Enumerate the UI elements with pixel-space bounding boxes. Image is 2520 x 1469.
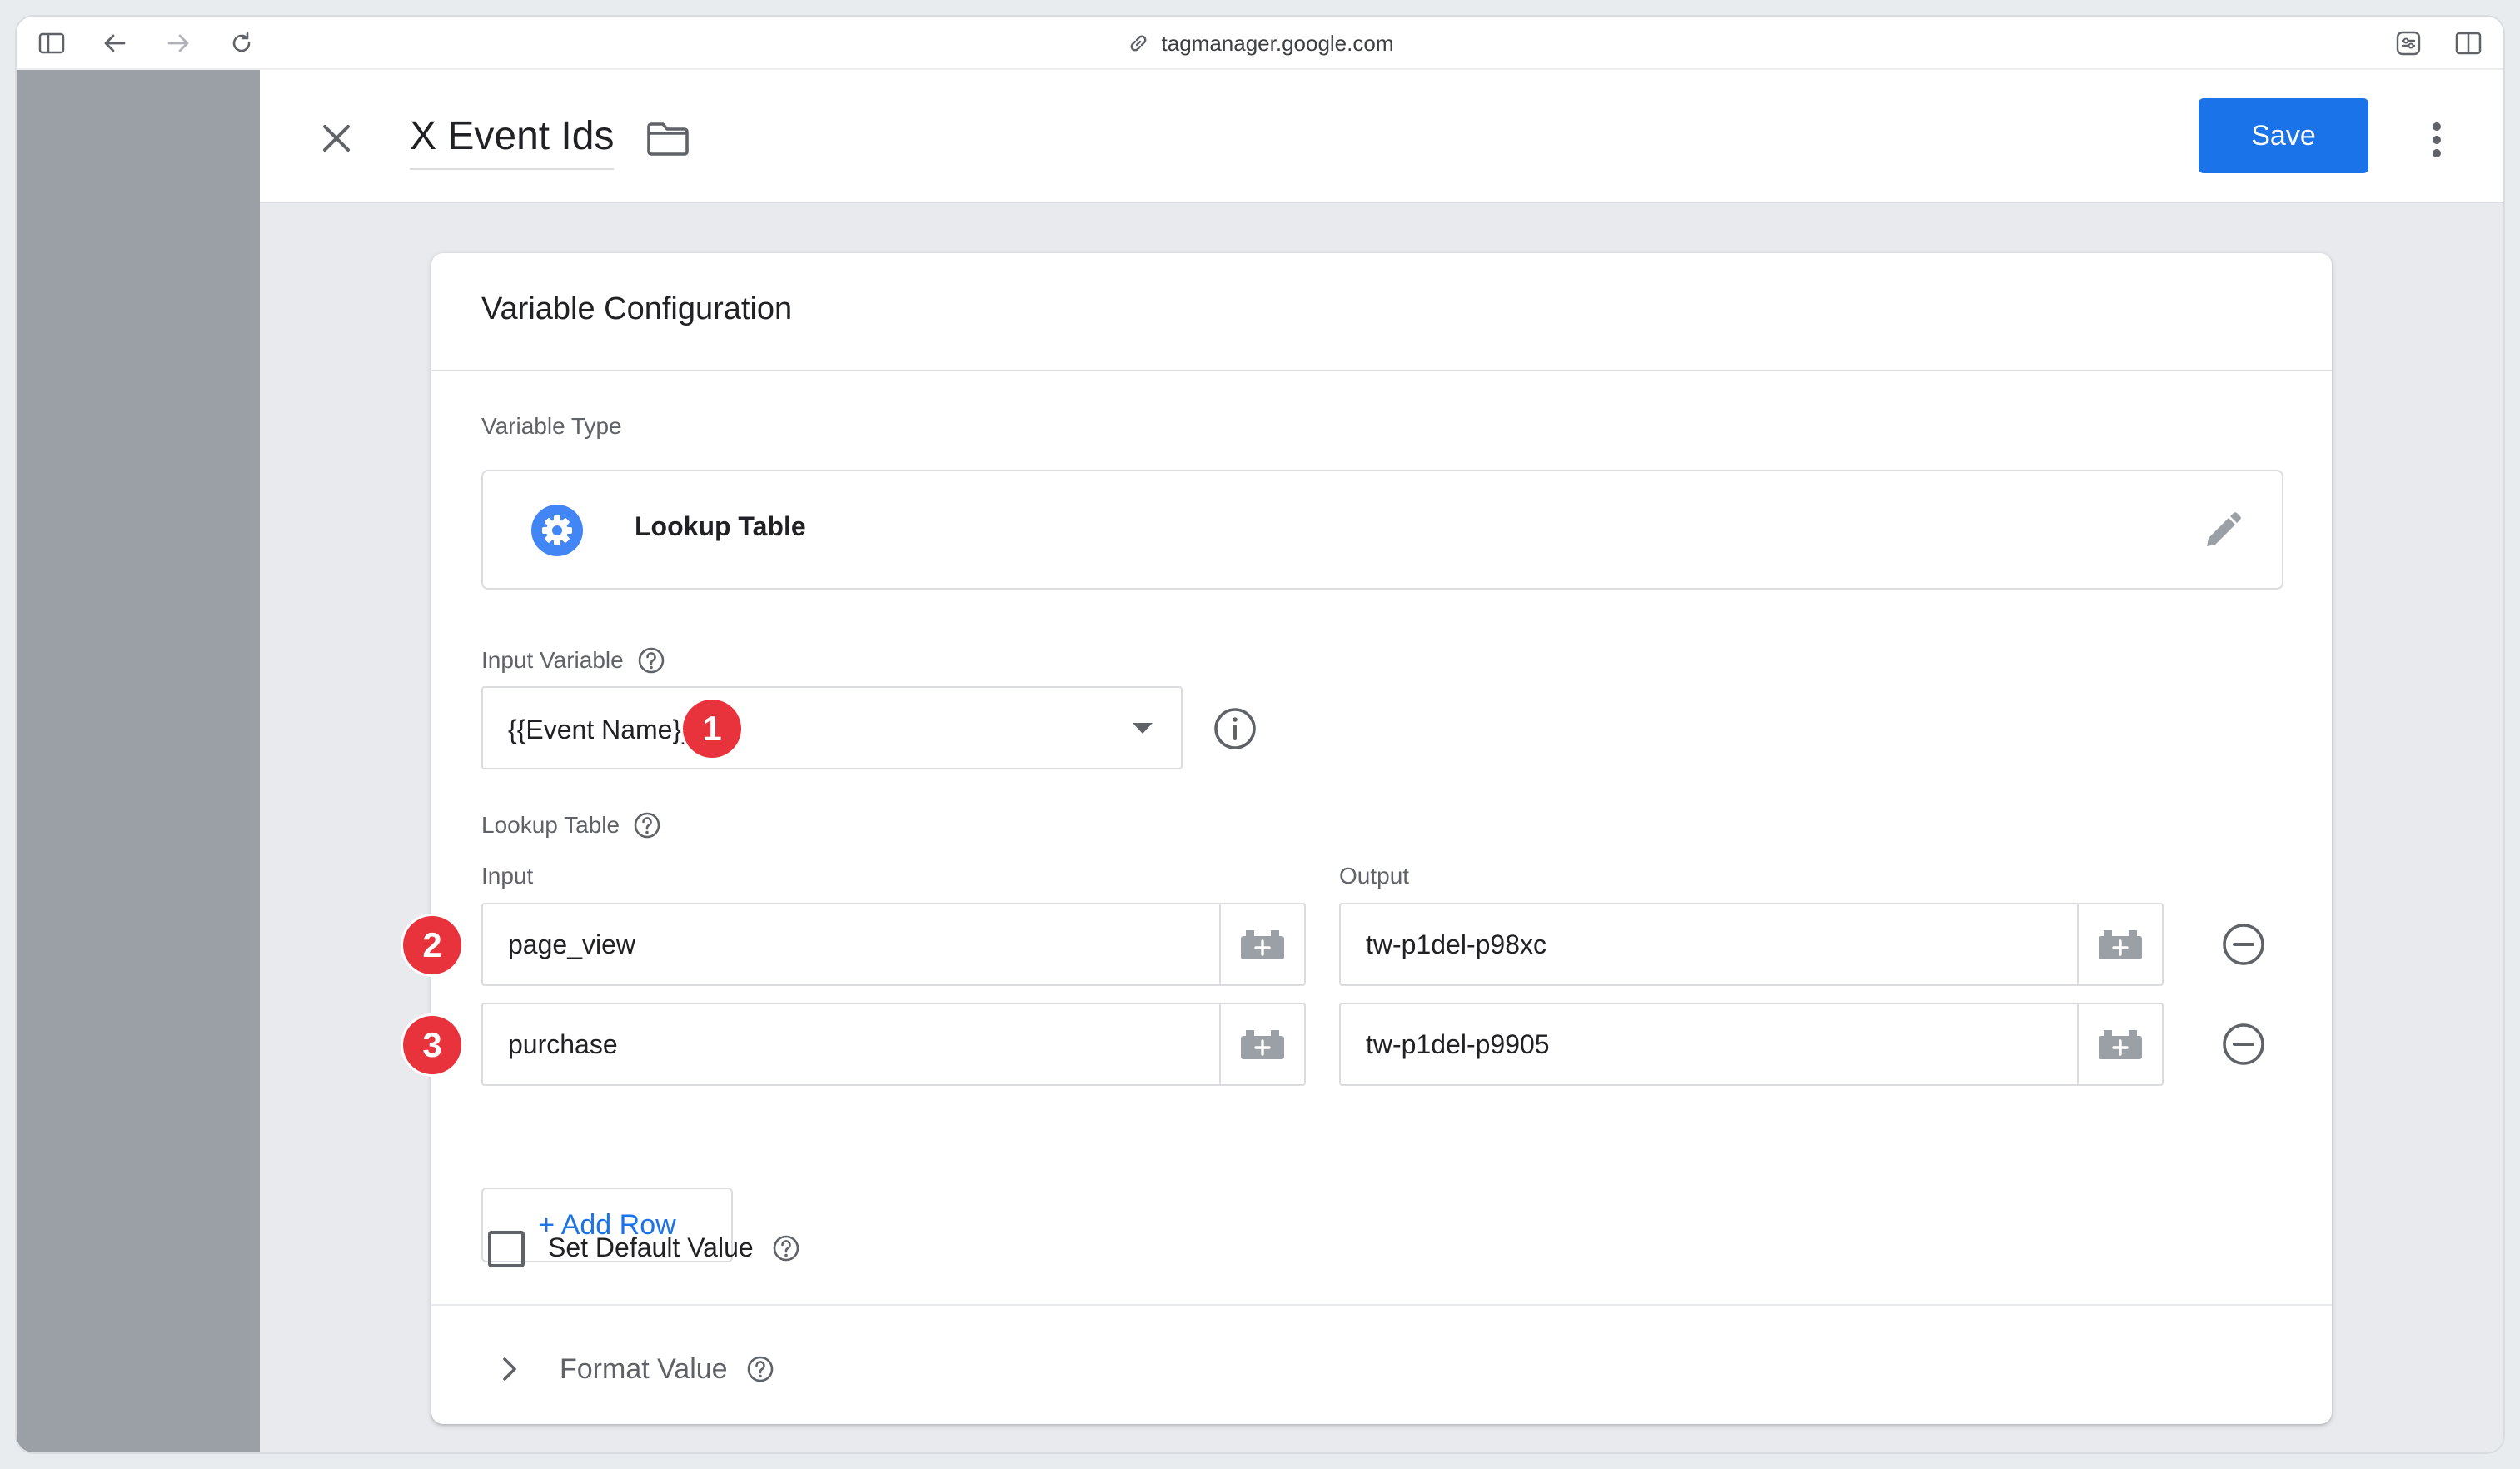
split-view-icon[interactable] bbox=[2453, 28, 2483, 58]
variable-type-name: Lookup Table bbox=[635, 511, 806, 541]
chevron-right-icon bbox=[503, 1357, 516, 1381]
variable-type-selector[interactable]: Lookup Table bbox=[481, 470, 2283, 590]
input-variable-label-text: Input Variable bbox=[481, 647, 624, 673]
variable-block-icon bbox=[2099, 930, 2142, 959]
annotation-badge-3: 3 bbox=[403, 1016, 461, 1074]
folder-icon bbox=[647, 122, 689, 156]
table-row-output-field bbox=[1339, 903, 2164, 986]
insert-variable-button[interactable] bbox=[1219, 1004, 1304, 1084]
input-variable-label: Input Variable bbox=[481, 646, 665, 675]
left-backdrop bbox=[17, 70, 260, 1452]
editor-header: X Event Ids Save bbox=[260, 70, 2503, 203]
input-column-header: Input bbox=[481, 863, 534, 889]
table-row-input-field bbox=[481, 903, 1306, 986]
browser-toolbar: tagmanager.google.com bbox=[17, 17, 2503, 70]
input-variable-select[interactable]: {{Event Name}} bbox=[481, 686, 1183, 769]
annotation-badge-2: 2 bbox=[403, 916, 461, 974]
insert-variable-button[interactable] bbox=[2077, 904, 2162, 984]
gear-icon bbox=[531, 505, 583, 556]
table-row-input-field bbox=[481, 1003, 1306, 1086]
variable-type-label-text: Variable Type bbox=[481, 413, 622, 439]
insert-variable-button[interactable] bbox=[1219, 904, 1304, 984]
more-options-button[interactable] bbox=[2412, 115, 2462, 165]
format-value-section[interactable]: Format Value bbox=[481, 1336, 774, 1402]
input-variable-value: {{Event Name}} bbox=[508, 715, 690, 744]
lookup-table-label: Lookup Table bbox=[481, 811, 661, 839]
variable-block-icon bbox=[1241, 1030, 1284, 1059]
lookup-table-label-text: Lookup Table bbox=[481, 812, 620, 838]
set-default-value-label: Set Default Value bbox=[548, 1232, 800, 1263]
remove-row-icon[interactable] bbox=[2220, 1021, 2267, 1068]
format-value-label: Format Value bbox=[560, 1352, 728, 1385]
table-row-output-field bbox=[1339, 1003, 2164, 1086]
link-icon bbox=[1127, 32, 1150, 55]
row-2-input[interactable] bbox=[483, 1004, 1219, 1084]
sidebar-toggle-icon[interactable] bbox=[37, 28, 67, 58]
help-icon[interactable] bbox=[746, 1355, 774, 1383]
row-2-output[interactable] bbox=[1341, 1004, 2077, 1084]
variable-type-label: Variable Type bbox=[481, 413, 622, 440]
row-1-input[interactable] bbox=[483, 904, 1219, 984]
page-title[interactable]: X Event Ids bbox=[410, 113, 615, 170]
close-icon bbox=[323, 125, 350, 152]
card-divider bbox=[431, 370, 2332, 371]
address-bar: tagmanager.google.com bbox=[17, 17, 2503, 70]
more-vert-icon bbox=[2433, 122, 2441, 157]
variable-block-icon bbox=[2099, 1030, 2142, 1059]
close-button[interactable] bbox=[313, 115, 360, 162]
remove-row-icon[interactable] bbox=[2220, 921, 2267, 968]
set-default-value-text: Set Default Value bbox=[548, 1232, 754, 1262]
editor-main: X Event Ids Save Variable Configuration … bbox=[260, 70, 2503, 1452]
insert-variable-button[interactable] bbox=[2077, 1004, 2162, 1084]
extension-icon[interactable] bbox=[2393, 28, 2423, 58]
edit-pencil-icon[interactable] bbox=[2199, 508, 2245, 555]
help-icon[interactable] bbox=[637, 646, 665, 675]
info-icon[interactable] bbox=[1213, 706, 1258, 751]
back-icon[interactable] bbox=[100, 28, 130, 58]
output-column-header: Output bbox=[1339, 863, 1410, 889]
help-icon[interactable] bbox=[772, 1234, 800, 1262]
help-icon[interactable] bbox=[633, 811, 661, 839]
set-default-value-checkbox[interactable] bbox=[488, 1231, 525, 1267]
url-text[interactable]: tagmanager.google.com bbox=[1162, 31, 1394, 57]
folder-button[interactable] bbox=[643, 118, 693, 160]
card-title: Variable Configuration bbox=[481, 291, 793, 326]
variable-configuration-card: Variable Configuration Variable Type Loo… bbox=[403, 253, 2332, 1424]
annotation-badge-1: 1 bbox=[683, 700, 741, 758]
variable-block-icon bbox=[1241, 930, 1284, 959]
browser-window: tagmanager.google.com X Event Ids Save V… bbox=[17, 17, 2503, 1452]
dropdown-arrow-icon bbox=[1133, 723, 1153, 734]
forward-icon[interactable] bbox=[163, 28, 193, 58]
reload-icon[interactable] bbox=[227, 28, 256, 58]
save-button[interactable]: Save bbox=[2199, 98, 2368, 173]
row-1-output[interactable] bbox=[1341, 904, 2077, 984]
section-divider bbox=[431, 1304, 2332, 1306]
